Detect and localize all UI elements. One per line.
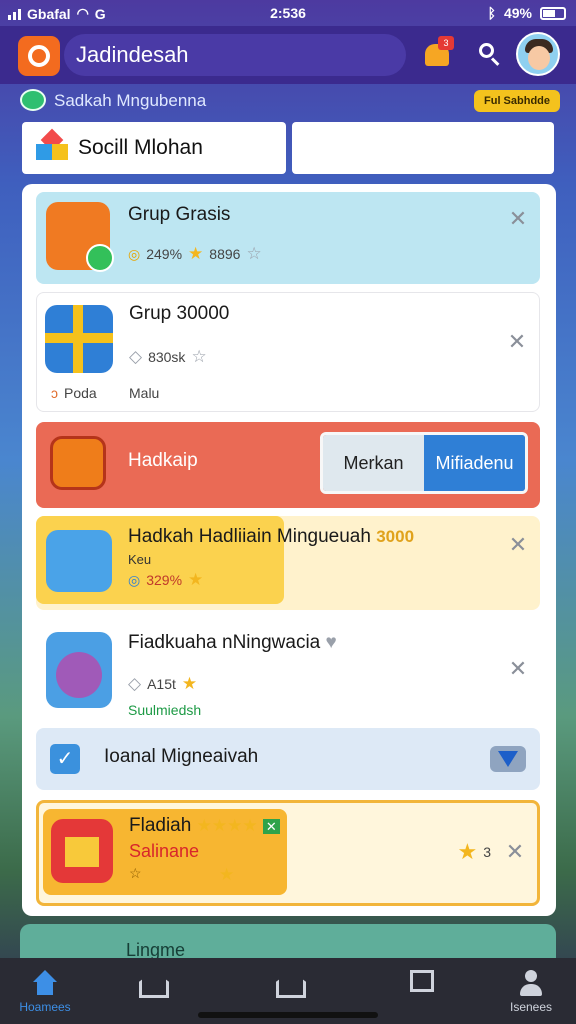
close-icon[interactable]: ✕ xyxy=(508,532,528,558)
item-title: Grup 30000 xyxy=(129,303,230,324)
item-status: Suulmiedsh xyxy=(128,702,202,718)
item-title: Ioanal Migneaivah xyxy=(104,746,259,767)
item-meta: 249% xyxy=(146,246,183,262)
item-subtitle: Keu xyxy=(128,552,152,567)
search-icon[interactable] xyxy=(476,40,504,68)
dropdown-toggle[interactable] xyxy=(490,746,526,772)
diamond-icon: ◇ xyxy=(128,674,142,693)
list-item[interactable]: Grup Grasis ◎ 249% ★ 8896 ☆ ✕ xyxy=(36,192,540,284)
list-item[interactable]: Fladiah ★★★★ ✕ Salinane ☆ ★ ★ 3 ✕ xyxy=(36,800,540,906)
star-icon: ★ xyxy=(188,570,204,589)
list-panel: Grup Grasis ◎ 249% ★ 8896 ☆ ✕ Grup 30000… xyxy=(22,184,556,916)
notification-badge: 3 xyxy=(438,36,454,50)
star-icon: ★ xyxy=(457,839,478,864)
star-icon: ★ xyxy=(219,865,235,884)
segment-option-selected[interactable]: Mifiadenu xyxy=(424,435,525,491)
category-label: Socill Mlohan xyxy=(78,136,203,159)
nav-square[interactable] xyxy=(378,966,468,1016)
item-tag-right: Malu xyxy=(129,385,160,401)
battery-icon xyxy=(540,6,566,20)
item-title: Hadkah Hadliiain Mingueuah xyxy=(128,526,371,547)
item-subtitle: Salinane xyxy=(129,841,200,861)
home-outline-icon xyxy=(138,970,164,996)
item-title: Fladiah xyxy=(129,815,192,836)
list-item[interactable]: Fiadkuaha nNingwacia ♥ ◇ A15t ★ Suulmied… xyxy=(36,618,540,728)
user-icon xyxy=(518,970,544,996)
sub-header: Sadkah Mngubenna Ful Sabhdde xyxy=(20,88,560,114)
item-meta: 329% xyxy=(146,572,183,588)
home-icon xyxy=(32,970,58,996)
star-outline-icon: ☆ xyxy=(129,865,142,881)
star-outline-icon: ☆ xyxy=(191,347,207,366)
chat-icon xyxy=(20,89,46,111)
category-card-right[interactable] xyxy=(292,122,554,174)
segment-option[interactable]: Merkan xyxy=(323,435,424,491)
star-icon: ★ xyxy=(188,244,204,263)
item-meta-2: 8896 xyxy=(209,246,241,262)
sub-header-button[interactable]: Ful Sabhdde xyxy=(474,90,560,112)
close-icon[interactable]: ✕ xyxy=(505,839,525,865)
category-card-left[interactable]: Socill Mlohan xyxy=(22,122,286,174)
nav-home[interactable]: Hoamees xyxy=(0,966,90,1016)
app-title[interactable]: Jadindesah xyxy=(64,34,406,76)
list-item[interactable]: Hadkaip Merkan Mifiadenu xyxy=(36,422,540,508)
item-meta: 830sk xyxy=(148,349,186,365)
coin-icon: ◎ xyxy=(128,245,141,262)
segmented-control[interactable]: Merkan Mifiadenu xyxy=(320,432,528,494)
item-title: Grup Grasis xyxy=(128,204,231,225)
status-bar: Gbafal ◠ G 2:536 ᛒ 49% xyxy=(0,0,576,26)
star-outline-icon: ☆ xyxy=(246,244,262,263)
tag-icon: ↄ xyxy=(51,385,58,401)
star-icon: ★ xyxy=(181,674,198,693)
nav-profile[interactable]: Isenees xyxy=(486,966,576,1016)
coin-icon: ◎ xyxy=(128,571,141,588)
sub-header-title: Sadkah Mngubenna xyxy=(54,91,207,110)
gift-box-icon xyxy=(45,305,113,373)
battery-percent: 49% xyxy=(503,5,532,21)
list-item[interactable]: Hadkah Hadliiain Mingueuah 3000 Keu ◎ 32… xyxy=(36,516,540,610)
close-icon[interactable]: ✕ xyxy=(507,329,527,355)
camera-icon[interactable] xyxy=(18,36,60,76)
check-badge-icon: ✕ xyxy=(262,819,280,834)
nav-profile-label: Isenees xyxy=(509,1000,553,1014)
heart-icon: ♥ xyxy=(325,632,337,653)
list-item[interactable]: Grup 30000 ◇ 830sk ☆ ↄ Poda Malu ✕ xyxy=(36,292,540,412)
nav-explore[interactable] xyxy=(106,966,196,1016)
item-meta: A15t xyxy=(147,676,176,692)
list-item[interactable]: ✓ Ioanal Migneaivah xyxy=(36,728,540,790)
rating-stars-icon: ★★★★ xyxy=(196,816,258,835)
nav-home-label: Hoamees xyxy=(19,1000,71,1014)
close-icon[interactable]: ✕ xyxy=(508,206,528,232)
cube-icon xyxy=(36,128,68,164)
creature-icon xyxy=(46,632,112,708)
square-icon xyxy=(410,970,434,992)
diamond-icon: ◇ xyxy=(129,347,143,366)
item-count: 3 xyxy=(483,844,491,860)
gift-icon xyxy=(51,819,113,883)
home-indicator xyxy=(198,1012,378,1018)
avatar[interactable] xyxy=(516,32,560,76)
nav-center[interactable] xyxy=(243,966,333,1016)
chest-icon xyxy=(50,436,106,490)
item-title: Fiadkuaha nNingwacia xyxy=(128,632,321,653)
item-title: Hadkaip xyxy=(128,450,198,471)
checkbox-icon[interactable]: ✓ xyxy=(50,744,80,774)
monster-icon xyxy=(46,202,114,272)
bell-icon[interactable]: 3 xyxy=(420,36,454,72)
bluetooth-icon: ᛒ xyxy=(487,5,496,21)
home-outline-icon xyxy=(275,970,301,996)
robot-icon xyxy=(46,530,112,592)
item-tag: Poda xyxy=(64,385,97,401)
close-icon[interactable]: ✕ xyxy=(508,656,528,682)
item-title-accent: 3000 xyxy=(376,527,415,546)
